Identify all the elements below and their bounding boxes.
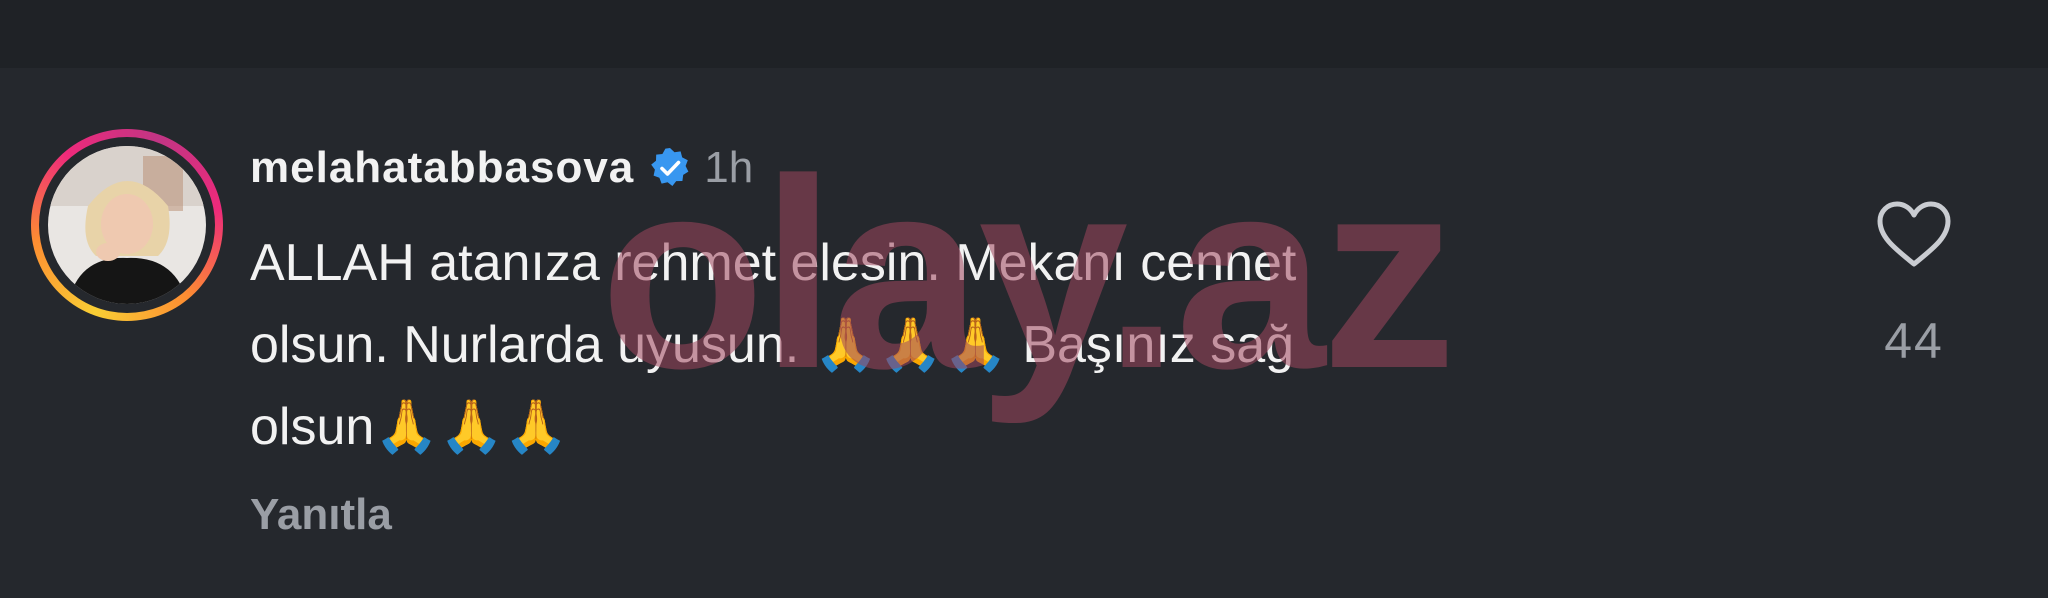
comment-text-line-1: ALLAH atanıza rehmet elesin. Mekanı cenn…: [250, 234, 1297, 292]
heart-icon[interactable]: [1875, 200, 1953, 270]
comment-header: melahatabbasova 1h: [250, 138, 753, 198]
avatar-story-ring[interactable]: [31, 129, 223, 321]
username-link[interactable]: melahatabbasova: [250, 143, 634, 193]
verified-badge-icon: [651, 148, 689, 186]
avatar[interactable]: [48, 146, 206, 304]
comment-text-line-2: olsun. Nurlarda uyusun. 🙏🙏🙏 Başınız sağ: [250, 316, 1295, 374]
top-band: [0, 0, 2048, 68]
avatar-ring-gap: [39, 137, 215, 313]
comment-timestamp: 1h: [704, 143, 754, 192]
like-count: 44: [1884, 313, 1944, 369]
comment-text: ALLAH atanıza rehmet elesin. Mekanı cenn…: [250, 222, 1650, 468]
avatar-image: [48, 146, 206, 304]
comment-text-line-3: olsun🙏🙏🙏: [250, 398, 569, 456]
like-control: 44: [1862, 200, 1966, 370]
reply-button[interactable]: Yanıtla: [250, 490, 392, 540]
